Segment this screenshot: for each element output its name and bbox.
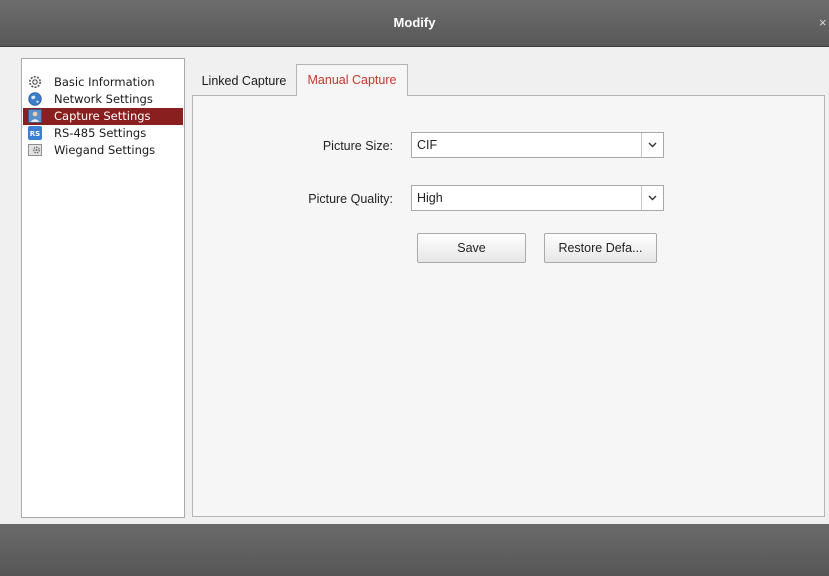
picture-size-value: CIF <box>417 138 438 152</box>
picture-quality-value: High <box>417 191 443 205</box>
sidebar-item-wiegand-settings[interactable]: Wiegand Settings <box>23 142 183 159</box>
settings-sidebar: Basic Information Network Settings Captu… <box>21 58 185 518</box>
sidebar-item-label: Capture Settings <box>54 109 151 123</box>
dialog-footer <box>0 524 829 576</box>
chevron-down-icon[interactable] <box>641 186 663 210</box>
chevron-down-icon[interactable] <box>641 133 663 157</box>
manual-capture-panel: Picture Size: CIF Picture Quality: High … <box>192 95 825 517</box>
dialog-title: Modify <box>393 15 436 30</box>
modify-dialog: Modify × Basic Information Network Setti… <box>0 0 829 576</box>
settings-content: Linked Capture Manual Capture Picture Si… <box>192 58 825 517</box>
capture-person-icon <box>28 109 42 123</box>
sidebar-item-label: Network Settings <box>54 92 153 106</box>
rs-badge-text: RS <box>30 130 40 138</box>
save-button[interactable]: Save <box>417 233 526 263</box>
picture-quality-select[interactable]: High <box>411 185 664 211</box>
tab-manual-capture[interactable]: Manual Capture <box>296 64 408 96</box>
title-bar[interactable]: Modify × <box>0 0 829 47</box>
sidebar-item-capture-settings[interactable]: Capture Settings <box>23 108 183 125</box>
dialog-body: Basic Information Network Settings Captu… <box>0 47 829 524</box>
sidebar-item-label: RS-485 Settings <box>54 126 147 140</box>
sidebar-item-label: Basic Information <box>54 75 155 89</box>
sidebar-item-label: Wiegand Settings <box>54 143 156 157</box>
close-icon[interactable]: × <box>819 14 829 32</box>
picture-size-label: Picture Size: <box>322 139 393 153</box>
basic-information-icon <box>29 76 41 88</box>
wiegand-icon <box>28 144 42 156</box>
picture-quality-label: Picture Quality: <box>308 192 393 206</box>
sidebar-item-network-settings[interactable]: Network Settings <box>23 91 183 108</box>
tab-linked-capture[interactable]: Linked Capture <box>192 68 296 94</box>
restore-default-button[interactable]: Restore Defa... <box>544 233 657 263</box>
sidebar-item-basic-information[interactable]: Basic Information <box>23 74 183 91</box>
sidebar-item-rs-485-settings[interactable]: RS RS-485 Settings <box>23 125 183 142</box>
network-globe-icon <box>28 92 42 106</box>
rs-485-icon: RS <box>28 126 42 140</box>
tab-bar: Linked Capture Manual Capture <box>192 58 825 96</box>
picture-size-select[interactable]: CIF <box>411 132 664 158</box>
